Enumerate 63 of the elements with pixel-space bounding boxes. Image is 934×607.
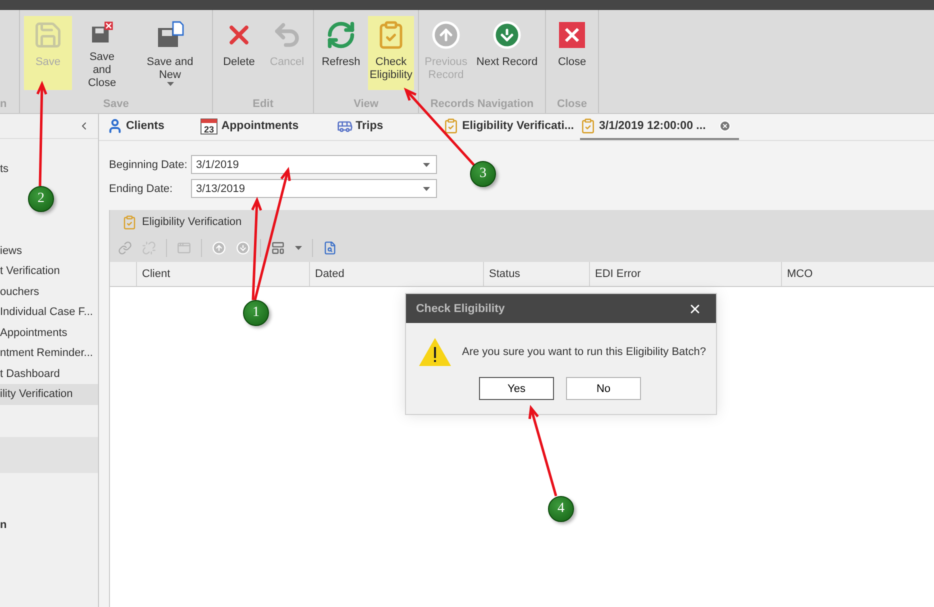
ribbon-button[interactable]: Save and New xyxy=(132,16,208,90)
dropdown-caret-icon xyxy=(423,186,430,190)
sidebar-item[interactable]: ility Verification xyxy=(0,384,98,404)
sidebar-item[interactable]: ntment Reminder... xyxy=(0,343,98,364)
clipboard-check-icon xyxy=(122,214,137,230)
layout-icon[interactable] xyxy=(271,241,285,255)
up-arrow-circle-icon xyxy=(431,20,461,50)
grid-title: Eligibility Verification xyxy=(142,216,242,228)
sidebar-group-header[interactable]: n xyxy=(0,514,98,534)
caret-icon xyxy=(166,82,174,86)
group-label: Save xyxy=(102,97,130,110)
down-arrow-circle-icon[interactable] xyxy=(236,241,250,255)
sidebar-item[interactable]: ts xyxy=(0,159,98,180)
clipboard-check-icon xyxy=(580,118,596,134)
tab[interactable]: Trips xyxy=(336,114,444,140)
tab[interactable]: 23 Appointments xyxy=(200,114,337,140)
down-arrow-circle-icon xyxy=(492,20,522,50)
column-header[interactable]: Status xyxy=(483,262,589,286)
caret-icon[interactable] xyxy=(295,246,302,250)
refresh-icon xyxy=(326,20,356,50)
undo-arrow-icon xyxy=(272,20,302,50)
column-header[interactable]: Dated xyxy=(309,262,483,286)
field-label: Ending Date: xyxy=(109,182,174,194)
close-tab-icon[interactable] xyxy=(718,120,731,132)
warning-icon xyxy=(418,337,452,367)
date-field[interactable]: 3/1/2019 xyxy=(191,155,437,174)
floppy-disk-page-icon xyxy=(155,20,185,50)
column-header[interactable]: Client xyxy=(136,262,309,286)
ribbon-button[interactable]: Delete xyxy=(217,16,261,90)
clipboard-check-icon xyxy=(443,118,460,134)
tab[interactable]: Clients xyxy=(107,114,200,140)
dropdown-caret-icon xyxy=(423,162,430,166)
ribbon-button[interactable]: Next Record xyxy=(473,16,541,90)
group-label: Edit xyxy=(252,97,274,110)
tab[interactable]: Eligibility Verificati... xyxy=(443,114,580,140)
up-arrow-circle-icon[interactable] xyxy=(212,241,226,255)
field-label: Beginning Date: xyxy=(109,158,188,170)
date-field[interactable]: 3/13/2019 xyxy=(191,179,437,198)
dialog-button[interactable]: Yes xyxy=(479,377,554,400)
group-label: Close xyxy=(556,97,588,110)
dialog-button[interactable]: No xyxy=(566,377,641,400)
group-label: View xyxy=(352,97,380,110)
sidebar-item[interactable]: ouchers xyxy=(0,282,98,302)
ribbon-button[interactable]: Check Eligibility xyxy=(368,16,414,90)
sidebar-item[interactable]: Appointments xyxy=(0,322,98,343)
column-header[interactable]: MCO xyxy=(781,262,934,286)
column-header[interactable]: EDI Error xyxy=(589,262,781,286)
tab[interactable]: 3/1/2019 12:00:00 ... xyxy=(580,114,739,140)
sidebar-item[interactable]: iews xyxy=(0,240,98,261)
group-label: Records Navigation xyxy=(429,97,535,110)
sidebar-item[interactable]: t Dashboard xyxy=(0,364,98,384)
ribbon-button[interactable]: Save and Close xyxy=(76,16,128,90)
person-icon xyxy=(107,118,123,134)
ribbon-button[interactable]: Refresh xyxy=(318,16,364,90)
sidebar-item[interactable]: t Verification xyxy=(0,261,98,282)
calendar-icon: 23 xyxy=(200,117,218,135)
sidebar-item[interactable]: Individual Case F... xyxy=(0,302,98,322)
ribbon-button[interactable]: Close xyxy=(550,16,594,90)
dialog-title: Check Eligibility xyxy=(416,302,505,314)
dialog-message: Are you sure you want to run this Eligibility Batch? xyxy=(462,346,706,358)
preview-icon[interactable] xyxy=(323,241,337,255)
close-icon xyxy=(557,20,587,50)
group-label: n xyxy=(0,97,8,110)
